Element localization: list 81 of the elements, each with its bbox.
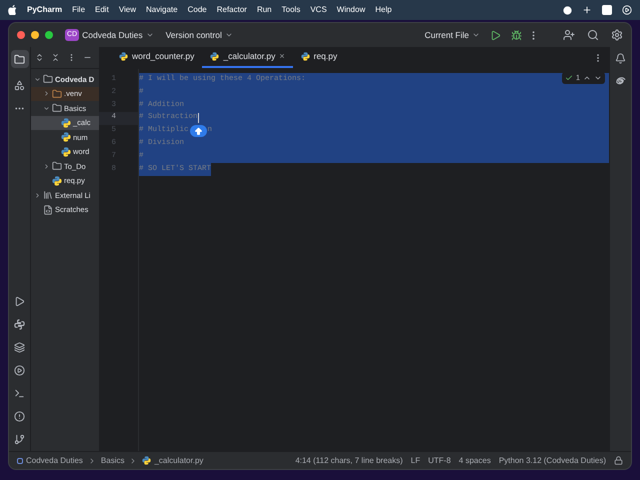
vcs-selector[interactable]: Version control [166, 28, 233, 42]
previous-icon[interactable] [583, 74, 591, 82]
chevron-right-icon[interactable] [43, 90, 50, 98]
play-circle-icon[interactable] [622, 5, 632, 15]
tab-label: req.py [314, 50, 338, 63]
spiral-icon[interactable] [615, 76, 626, 87]
app-menu[interactable]: PyCharm [27, 4, 62, 16]
text-caret [198, 113, 199, 124]
menu-item[interactable]: Tools [282, 4, 300, 16]
search-icon[interactable] [587, 29, 599, 41]
folder-icon [52, 161, 62, 172]
minimize-window-icon[interactable] [31, 31, 39, 39]
tab-close[interactable]: × [279, 50, 285, 64]
folder-icon [43, 74, 53, 84]
menu-item[interactable]: Window [336, 4, 366, 16]
close-window-icon[interactable] [17, 31, 25, 39]
breadcrumb[interactable]: _calculator.py [142, 454, 204, 466]
layers-icon[interactable] [14, 342, 25, 353]
breadcrumb[interactable]: Codveda Duties [17, 454, 83, 466]
lock-icon[interactable] [614, 456, 623, 465]
tab-label: _calculator.py [223, 50, 276, 63]
chevron-down-icon [146, 31, 154, 39]
apple-icon[interactable] [8, 5, 17, 15]
scratches-icon [43, 204, 53, 215]
python-console-icon[interactable] [14, 319, 25, 330]
project-tool-button[interactable] [10, 50, 28, 68]
python-interpreter[interactable]: Python 3.12 (Codveda Duties) [498, 454, 606, 466]
run-config-selector[interactable]: Current File [424, 28, 480, 42]
terminal-icon[interactable] [14, 388, 25, 399]
chevron-right-icon[interactable] [43, 162, 50, 170]
python-file-icon [61, 146, 71, 157]
python-file-icon [52, 176, 62, 186]
chevron-down-icon [472, 31, 480, 39]
menu-item[interactable]: VCS [310, 4, 327, 16]
menu-item[interactable]: File [72, 4, 86, 16]
tab-label: word_counter.py [132, 50, 194, 63]
menu-item[interactable]: Help [375, 4, 392, 16]
chevron-down-icon[interactable] [34, 76, 41, 83]
editor-tab[interactable]: req.py [292, 47, 346, 68]
python-file-icon [210, 52, 220, 61]
breadcrumb[interactable]: Basics [100, 454, 124, 466]
folder-icon [52, 103, 62, 114]
add-user-icon[interactable] [563, 29, 575, 41]
git-icon[interactable] [14, 434, 25, 445]
chevron-down-icon[interactable] [43, 104, 50, 112]
library-icon [43, 190, 53, 200]
settings-icon[interactable] [611, 29, 623, 41]
debug-icon[interactable] [511, 30, 522, 40]
maximize-window-icon[interactable] [45, 31, 53, 39]
check-icon [564, 74, 573, 82]
menu-item[interactable]: View [118, 4, 136, 16]
python-file-icon [142, 456, 152, 465]
python-file-icon [61, 132, 71, 142]
run-icon[interactable] [490, 30, 501, 40]
python-file-icon [300, 52, 310, 61]
folder-icon [52, 88, 62, 99]
menu-item[interactable]: Navigate [146, 4, 178, 16]
file-encoding[interactable]: UTF-8 [428, 454, 451, 466]
expand-all-icon[interactable] [35, 53, 44, 62]
collapse-all-icon[interactable] [51, 53, 60, 62]
run-tool-icon[interactable] [14, 296, 25, 307]
shift-key-icon [190, 125, 207, 137]
menu-item[interactable]: Run [256, 4, 272, 16]
menu-item[interactable]: Refactor [216, 4, 247, 16]
notifications-icon[interactable] [615, 53, 626, 64]
indent-setting[interactable]: 4 spaces [458, 454, 491, 466]
record-icon[interactable] [563, 6, 572, 14]
next-icon[interactable] [594, 74, 602, 82]
editor-tab[interactable]: word_counter.py [111, 47, 202, 68]
problems-icon[interactable] [14, 411, 25, 422]
structure-icon[interactable] [14, 80, 25, 91]
chevron-down-icon [224, 31, 233, 39]
python-file-icon [61, 118, 71, 128]
caret-position[interactable]: 4:14 (112 chars, 7 line breaks) [295, 454, 403, 466]
folder-icon [14, 54, 25, 64]
menu-item[interactable]: Code [188, 4, 207, 16]
python-file-icon [119, 52, 128, 61]
menu-item[interactable]: Edit [95, 4, 109, 16]
line-separator[interactable]: LF [410, 454, 420, 466]
services-icon[interactable] [14, 365, 25, 376]
chevron-right-icon[interactable] [34, 192, 41, 199]
